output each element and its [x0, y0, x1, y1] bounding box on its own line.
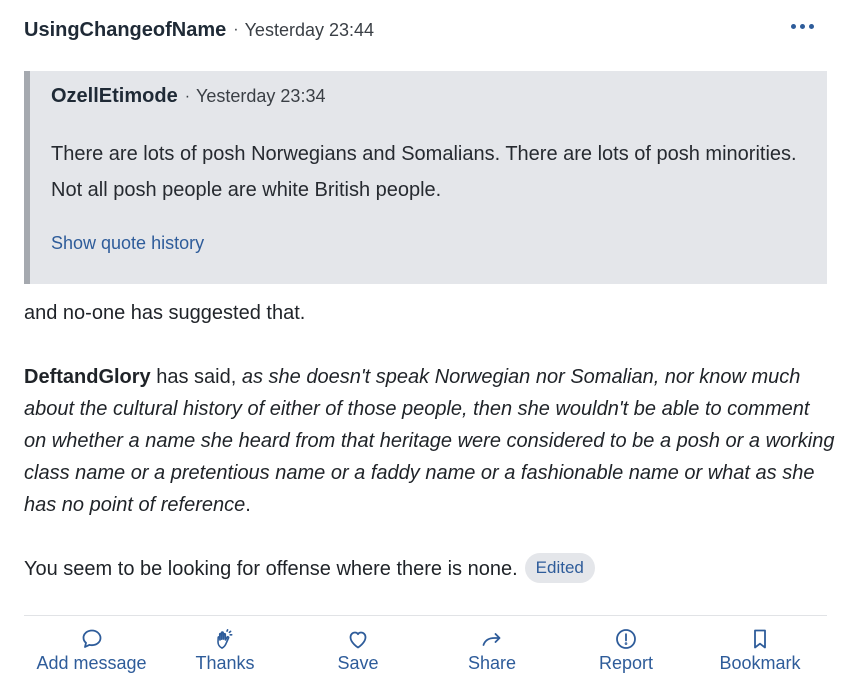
- show-quote-history-link[interactable]: Show quote history: [51, 233, 204, 254]
- action-label: Thanks: [195, 653, 255, 673]
- bookmark-icon: [754, 629, 766, 649]
- action-label: Add message: [36, 653, 147, 673]
- forum-post: UsingChangeofName · Yesterday 23:44 Ozel…: [0, 0, 846, 696]
- body-paragraph: and no-one has suggested that.: [24, 302, 306, 324]
- action-label: Bookmark: [719, 653, 801, 673]
- mentioned-user[interactable]: DeftandGlory: [24, 366, 151, 388]
- quote-timestamp: Yesterday 23:34: [196, 86, 326, 106]
- body-text: .: [245, 494, 251, 516]
- action-label: Save: [337, 653, 379, 673]
- divider: [24, 615, 827, 616]
- action-label: Report: [598, 653, 654, 673]
- body-paragraph: DeftandGlory has said, as she doesn't sp…: [24, 361, 836, 521]
- add-message-button[interactable]: Add message: [24, 624, 159, 674]
- post-header: UsingChangeofName · Yesterday 23:44: [24, 15, 826, 45]
- italic-quote-text: as she doesn't speak Norwegian nor Somal…: [24, 366, 835, 516]
- edited-badge[interactable]: Edited: [524, 553, 595, 583]
- alert-circle-icon: [616, 629, 636, 649]
- bookmark-button[interactable]: Bookmark: [693, 624, 827, 674]
- body-text: You seem to be looking for offense where…: [24, 558, 518, 580]
- post-timestamp: Yesterday 23:44: [244, 19, 375, 40]
- quote-author[interactable]: OzellEtimode: [51, 85, 178, 108]
- share-button[interactable]: Share: [425, 624, 559, 674]
- more-options-icon[interactable]: [787, 18, 818, 35]
- body-paragraph: You seem to be looking for offense where…: [24, 553, 836, 585]
- speech-bubble-icon: [82, 629, 101, 648]
- action-bar: Add message Thanks Save Share Report Boo…: [24, 624, 827, 684]
- quote-text: There are lots of posh Norwegians and So…: [51, 143, 797, 201]
- save-button[interactable]: Save: [291, 624, 425, 674]
- quote-header: OzellEtimode · Yesterday 23:34: [51, 85, 325, 108]
- post-author[interactable]: UsingChangeofName: [24, 19, 226, 42]
- heart-icon: [349, 631, 367, 649]
- body-text: has said,: [150, 366, 242, 388]
- share-arrow-icon: [482, 633, 501, 646]
- quoted-message: OzellEtimode · Yesterday 23:34 There are…: [24, 71, 827, 284]
- action-label: Share: [467, 653, 517, 673]
- post-body: and no-one has suggested that. DeftandGl…: [24, 297, 836, 617]
- separator-dot: ·: [184, 87, 191, 105]
- clapping-hands-icon: [217, 629, 233, 649]
- report-button[interactable]: Report: [559, 624, 693, 674]
- thanks-button[interactable]: Thanks: [159, 624, 291, 674]
- separator-dot: ·: [233, 21, 239, 38]
